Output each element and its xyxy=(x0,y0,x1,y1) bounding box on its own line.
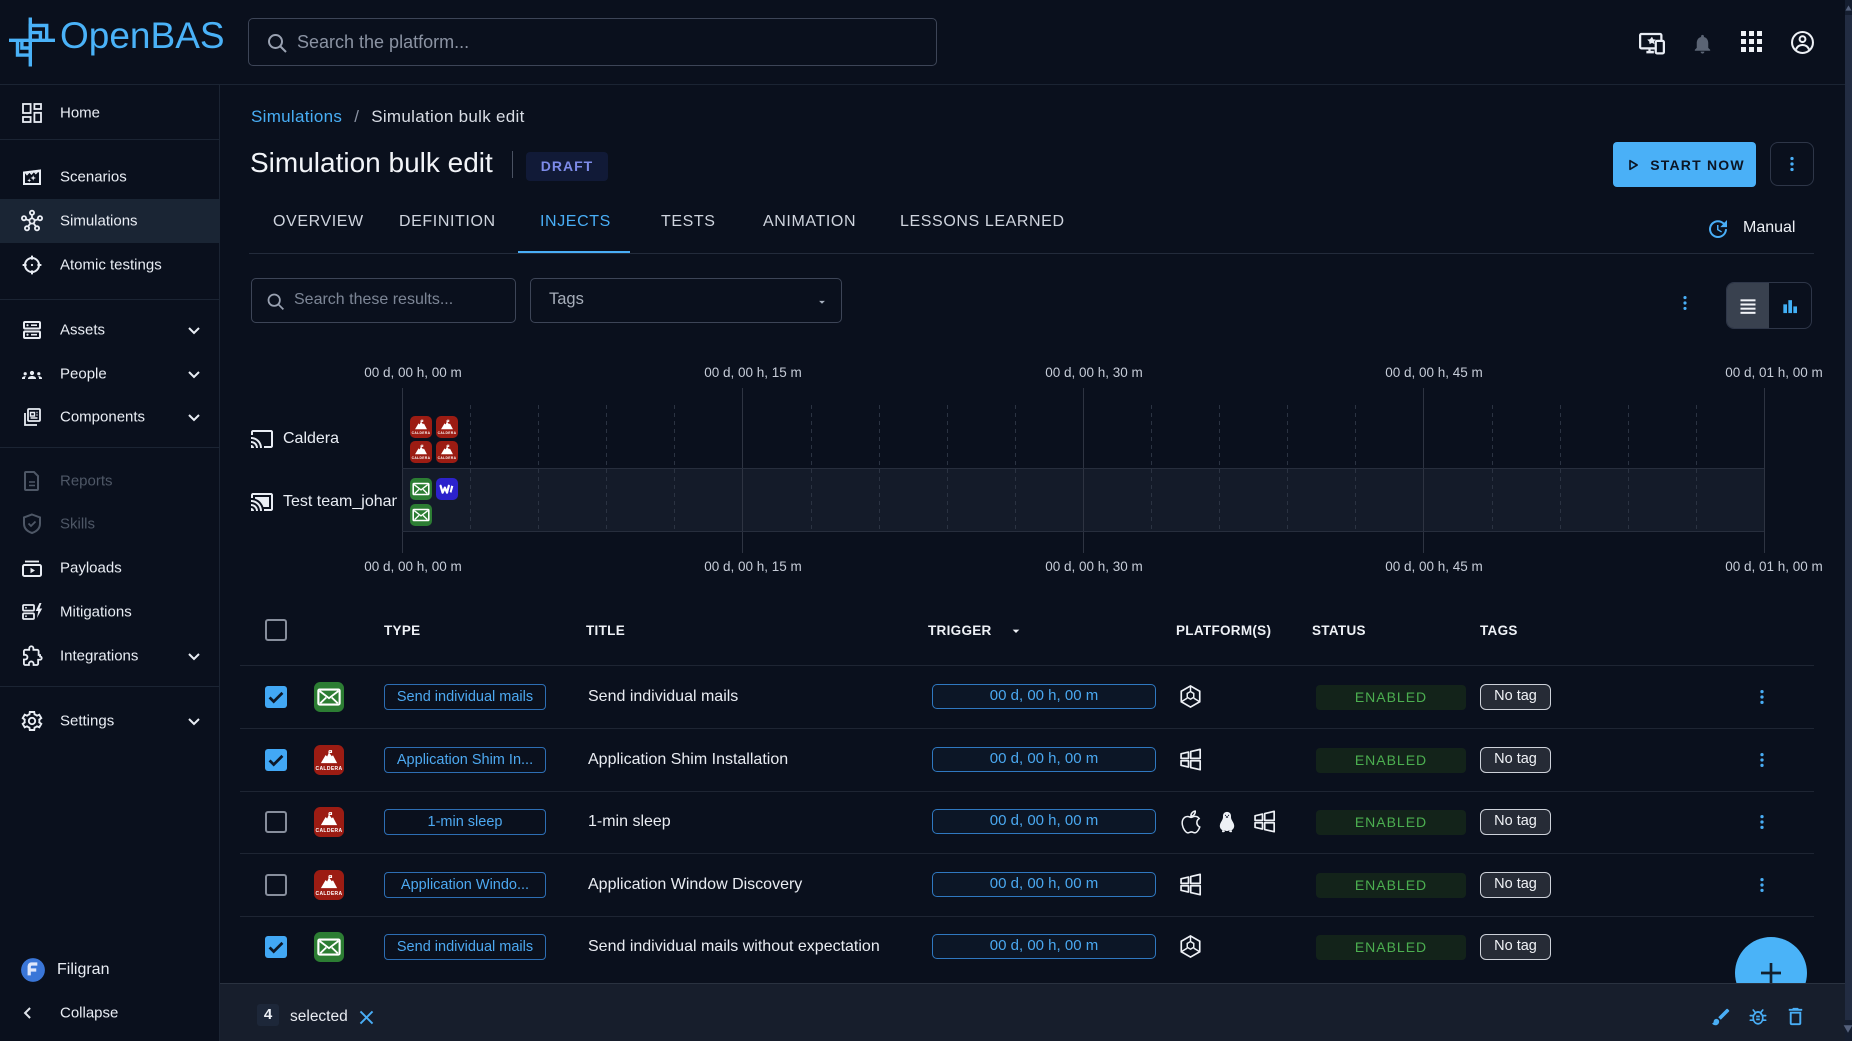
svg-text:CALDERA: CALDERA xyxy=(315,766,342,772)
svg-text:CALDERA: CALDERA xyxy=(438,431,457,435)
svg-text:CALDERA: CALDERA xyxy=(315,828,342,834)
svg-text:CALDERA: CALDERA xyxy=(438,456,457,460)
svg-text:CALDERA: CALDERA xyxy=(412,456,431,460)
svg-text:CALDERA: CALDERA xyxy=(412,431,431,435)
svg-text:CALDERA: CALDERA xyxy=(315,891,342,897)
